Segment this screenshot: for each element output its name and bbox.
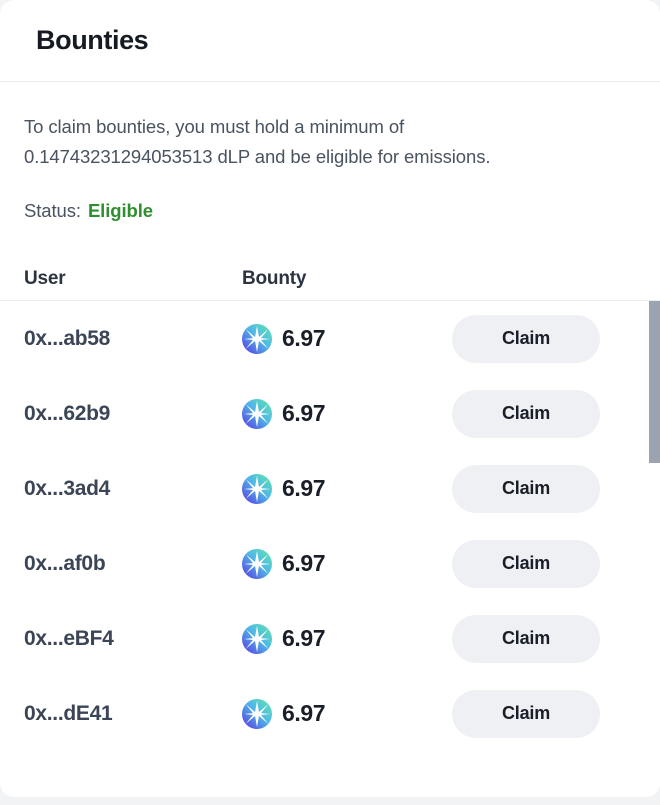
bounty-amount: 6.97 — [282, 400, 326, 426]
action-cell: Claim — [452, 689, 600, 738]
user-address: 0x...62b9 — [24, 401, 111, 425]
action-cell: Claim — [452, 464, 600, 513]
bounty-amount: 6.97 — [282, 475, 326, 501]
user-address: 0x...af0b — [24, 551, 106, 575]
table-scrollbar-track[interactable] — [649, 301, 660, 788]
claim-button[interactable]: Claim — [452, 464, 600, 513]
token-starburst-icon — [242, 398, 272, 429]
bounty-cell: 6.97 — [242, 323, 452, 354]
bounties-card: Bounties To claim bounties, you must hol… — [0, 0, 660, 797]
column-header-user: User — [24, 268, 66, 289]
bounty-cell: 6.97 — [242, 473, 452, 504]
claim-button[interactable]: Claim — [452, 539, 600, 588]
user-address: 0x...dE41 — [24, 701, 113, 725]
status-line: Status: Eligible — [24, 200, 624, 222]
status-label: Status: — [24, 200, 81, 221]
bounty-amount: 6.97 — [282, 700, 326, 726]
action-cell: Claim — [452, 614, 600, 663]
requirement-line-1: To claim bounties, you must hold a minim… — [24, 116, 405, 137]
bounty-cell: 6.97 — [242, 698, 452, 729]
table-row: 0x...62b9 6.97 Claim — [0, 376, 660, 451]
table-row: 0x...eBF4 6.97 Claim — [0, 601, 660, 676]
table-scrollbar-thumb[interactable] — [649, 301, 660, 463]
table-row: 0x...3ad4 6.97 Claim — [0, 451, 660, 526]
token-starburst-icon — [242, 473, 272, 504]
claim-button[interactable]: Claim — [452, 689, 600, 738]
claim-button[interactable]: Claim — [452, 314, 600, 363]
action-cell: Claim — [452, 539, 600, 588]
token-starburst-icon — [242, 548, 272, 579]
action-cell: Claim — [452, 389, 600, 438]
bounty-amount: 6.97 — [282, 625, 326, 651]
requirement-description: To claim bounties, you must hold a minim… — [24, 112, 604, 172]
action-cell: Claim — [452, 314, 600, 363]
token-starburst-icon — [242, 623, 272, 654]
table-row: 0x...dE41 6.97 Claim — [0, 676, 660, 751]
user-address: 0x...3ad4 — [24, 476, 111, 500]
user-address: 0x...ab58 — [24, 326, 111, 350]
requirement-line-2: 0.14743231294053513 dLP and be eligible … — [24, 146, 491, 167]
table-row: 0x...ab58 6.97 Claim — [0, 301, 660, 376]
table-header-row: User Bounty — [0, 258, 660, 301]
claim-button[interactable]: Claim — [452, 389, 600, 438]
bounty-cell: 6.97 — [242, 548, 452, 579]
info-block: To claim bounties, you must hold a minim… — [0, 82, 660, 222]
bounty-amount: 6.97 — [282, 325, 326, 351]
status-badge: Eligible — [87, 200, 153, 221]
page-title: Bounties — [36, 25, 149, 55]
token-starburst-icon — [242, 323, 272, 354]
table-row: 0x...af0b 6.97 Claim — [0, 526, 660, 601]
user-address: 0x...eBF4 — [24, 626, 114, 650]
card-header: Bounties — [0, 0, 660, 82]
claim-button[interactable]: Claim — [452, 614, 600, 663]
token-starburst-icon — [242, 698, 272, 729]
bounty-amount: 6.97 — [282, 550, 326, 576]
bounty-cell: 6.97 — [242, 623, 452, 654]
bounty-cell: 6.97 — [242, 398, 452, 429]
table-body[interactable]: 0x...ab58 6.97 Claim 0x...62b9 6.97 Clai… — [0, 301, 660, 788]
bounties-table: User Bounty 0x...ab58 6.97 Claim 0x...62… — [0, 258, 660, 788]
column-header-bounty: Bounty — [242, 268, 307, 289]
